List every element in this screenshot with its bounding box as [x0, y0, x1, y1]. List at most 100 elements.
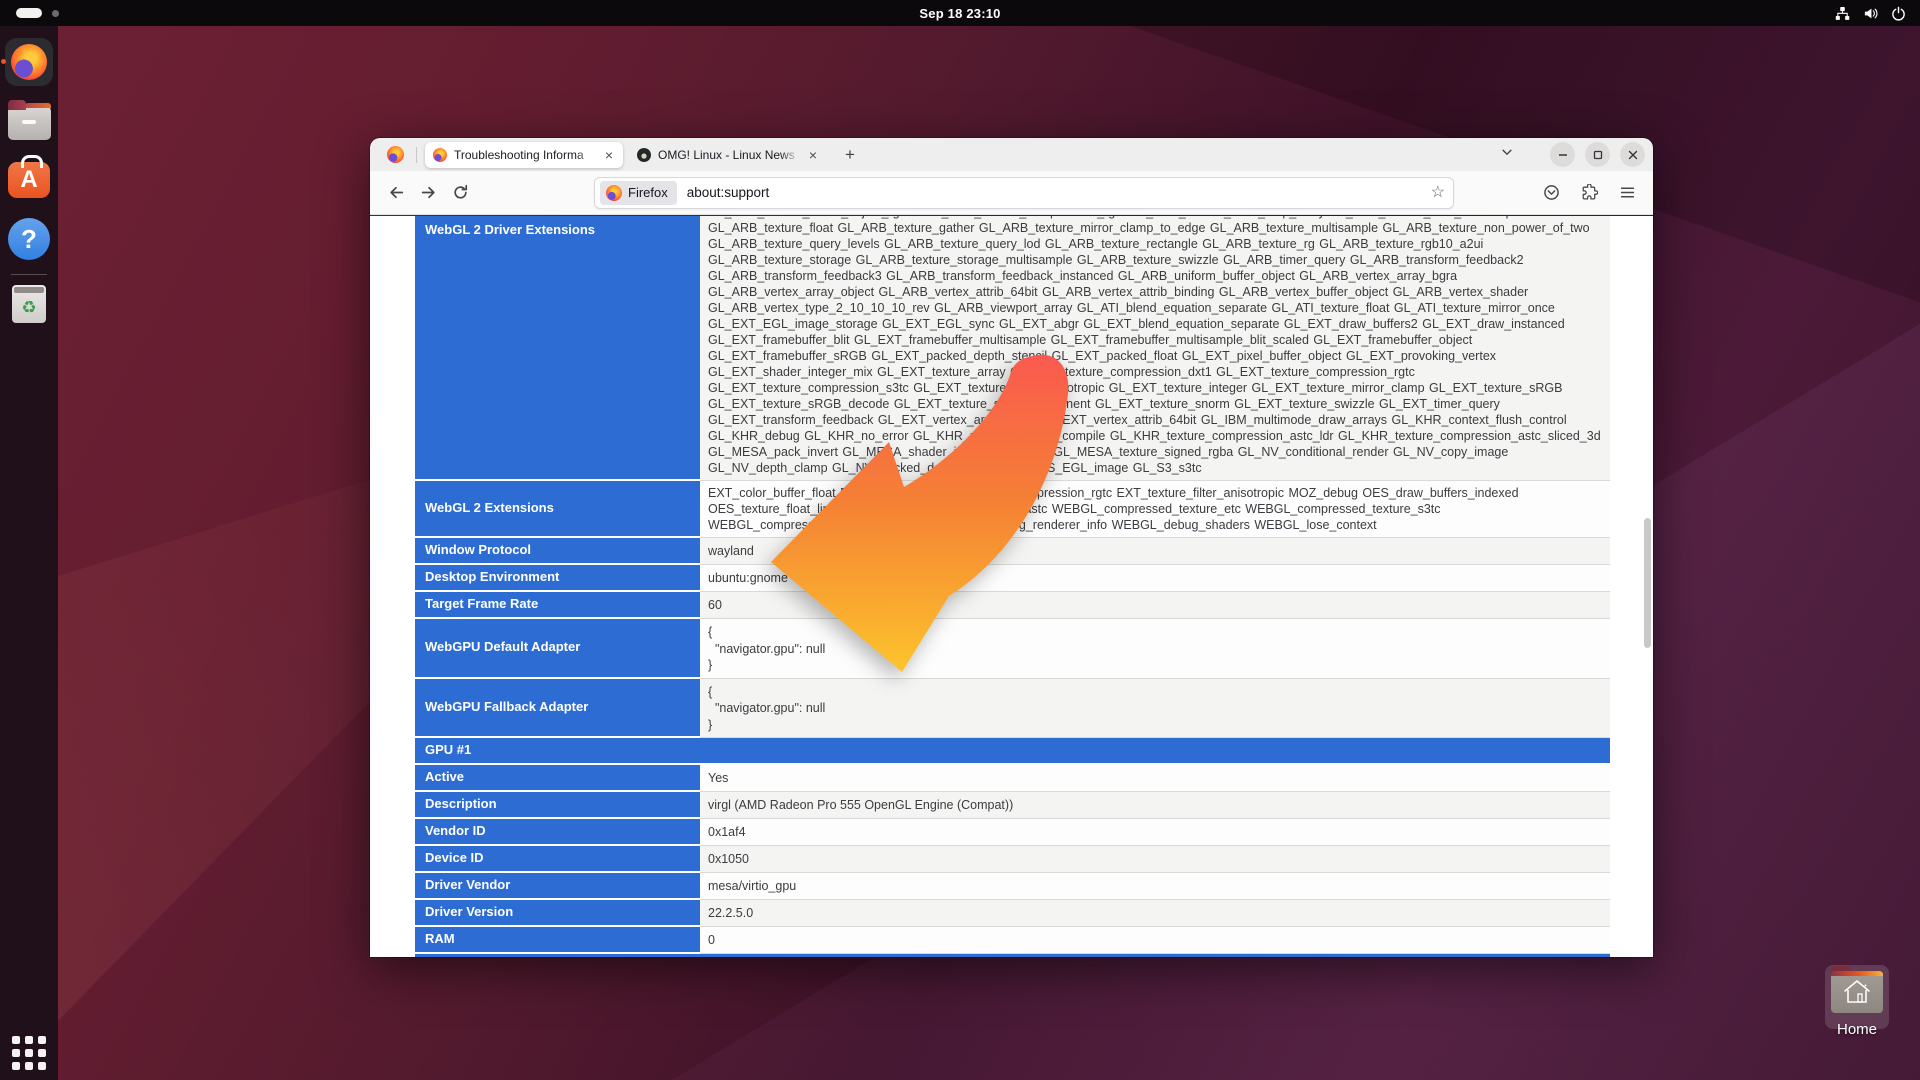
tab-close-icon[interactable]: × — [603, 148, 615, 162]
row-label: Description — [415, 792, 700, 819]
ubuntu-dock: A ? ♻ — [0, 26, 58, 1080]
section-label: Diagnostics — [415, 954, 1610, 957]
dock-item-trash[interactable]: ♻ — [0, 275, 58, 323]
tab-favicon-firefox — [433, 148, 447, 162]
section-label: GPU #1 — [415, 738, 1610, 765]
tab-troubleshooting[interactable]: Troubleshooting Informa × — [425, 142, 623, 168]
grid-dot — [25, 1036, 33, 1044]
toolbar-right-icons — [1535, 178, 1643, 208]
software-letter: A — [20, 166, 37, 194]
maximize-button[interactable] — [1585, 142, 1610, 167]
url-bar[interactable]: Firefox about:support ☆ — [594, 177, 1454, 209]
section-header-row: GPU #1 — [415, 738, 1610, 765]
reload-button[interactable] — [445, 178, 475, 208]
table-row: RAM 0 — [415, 927, 1610, 954]
new-tab-button[interactable]: + — [837, 143, 863, 167]
power-icon — [1891, 6, 1906, 21]
row-label: Driver Version — [415, 900, 700, 927]
home-folder-icon — [1831, 971, 1883, 1013]
back-button[interactable] — [381, 178, 411, 208]
question-glyph: ? — [21, 224, 37, 255]
tab-separator — [416, 147, 417, 163]
row-value: mesa/virtio_gpu — [700, 873, 1610, 900]
identity-firefox-icon — [606, 185, 622, 201]
page-scrollbar[interactable] — [1644, 218, 1651, 955]
dock-item-files[interactable] — [0, 86, 58, 140]
close-button[interactable] — [1620, 142, 1645, 167]
table-row: Driver Version 22.2.5.0 — [415, 900, 1610, 927]
tab-bar: Troubleshooting Informa × OMG! Linux - L… — [370, 138, 1653, 171]
files-icon — [8, 106, 51, 140]
desktop-home-folder[interactable]: Home — [1819, 971, 1895, 1038]
tab-omg-linux[interactable]: OMG! Linux - Linux News × — [629, 142, 827, 168]
navigation-toolbar: Firefox about:support ☆ — [370, 171, 1653, 215]
identity-label: Firefox — [628, 185, 668, 200]
extensions-puzzle-icon[interactable] — [1574, 178, 1604, 208]
dock-item-firefox[interactable] — [0, 26, 58, 86]
tab-title: OMG! Linux - Linux News — [658, 148, 800, 162]
pocket-icon[interactable] — [1536, 178, 1566, 208]
system-status-area[interactable] — [1680, 6, 1920, 21]
grid-dot — [38, 1049, 46, 1057]
row-value: virgl (AMD Radeon Pro 555 OpenGL Engine … — [700, 792, 1610, 819]
hamburger-menu-icon[interactable] — [1612, 178, 1642, 208]
row-label: Desktop Environment — [415, 565, 700, 592]
site-identity-chip[interactable]: Firefox — [600, 181, 677, 205]
row-label: Vendor ID — [415, 819, 700, 846]
grid-dot — [38, 1036, 46, 1044]
tab-close-icon[interactable]: × — [807, 148, 819, 162]
row-label: RAM — [415, 927, 700, 954]
row-value: 22.2.5.0 — [700, 900, 1610, 927]
row-label: WebGPU Fallback Adapter — [415, 679, 700, 739]
network-icon — [1835, 6, 1850, 21]
row-value: Yes — [700, 765, 1610, 792]
bookmark-star-icon[interactable]: ☆ — [1431, 185, 1445, 201]
row-value: 0x1af4 — [700, 819, 1610, 846]
row-label: Driver Vendor — [415, 873, 700, 900]
show-applications-button[interactable] — [0, 1036, 58, 1070]
table-row: Device ID 0x1050 — [415, 846, 1610, 873]
table-row: Driver Vendor mesa/virtio_gpu — [415, 873, 1610, 900]
grid-dot — [12, 1062, 20, 1070]
help-icon: ? — [8, 218, 50, 260]
dock-item-help[interactable]: ? — [0, 198, 58, 260]
table-row: Vendor ID 0x1af4 — [415, 819, 1610, 846]
dock-item-ubuntu-software[interactable]: A — [0, 140, 58, 198]
running-indicator-dot — [1, 59, 6, 64]
row-label: WebGL 2 Extensions — [415, 481, 700, 538]
table-row: Description virgl (AMD Radeon Pro 555 Op… — [415, 792, 1610, 819]
grid-dot — [12, 1049, 20, 1057]
grid-dot — [25, 1062, 33, 1070]
scrollbar-thumb[interactable] — [1644, 518, 1651, 648]
drawer-handle — [22, 120, 36, 124]
grid-dot — [25, 1049, 33, 1057]
workspace-inactive-dot[interactable] — [52, 10, 59, 17]
row-value: 0x1050 — [700, 846, 1610, 873]
app-grid-icon — [12, 1036, 46, 1070]
forward-button[interactable] — [413, 178, 443, 208]
firefox-view-button[interactable] — [380, 143, 410, 167]
url-input[interactable]: about:support — [687, 185, 1421, 200]
list-all-tabs-chevron-icon[interactable] — [1500, 145, 1514, 164]
ubuntu-software-icon: A — [8, 162, 50, 198]
firefox-tile[interactable] — [5, 38, 53, 86]
row-label: WebGL 2 Driver Extensions — [415, 216, 700, 481]
tab-favicon-omg — [637, 148, 651, 162]
row-label: WebGPU Default Adapter — [415, 619, 700, 679]
row-label: Target Frame Rate — [415, 592, 700, 619]
workspace-active-pill[interactable] — [16, 8, 42, 18]
arrow-overlay-graphic — [763, 350, 1085, 690]
section-header-row: Diagnostics — [415, 954, 1610, 957]
firefox-view-icon — [387, 146, 404, 163]
clock[interactable]: Sep 18 23:10 — [919, 6, 1000, 21]
tab-title: Troubleshooting Informa — [454, 148, 596, 162]
table-row: Active Yes — [415, 765, 1610, 792]
row-label: Active — [415, 765, 700, 792]
grid-dot — [38, 1062, 46, 1070]
minimize-button[interactable] — [1550, 142, 1575, 167]
trash-icon: ♻ — [12, 285, 46, 323]
house-glyph — [1841, 978, 1873, 1006]
row-value: 0 — [700, 927, 1610, 954]
workspace-indicator[interactable] — [0, 8, 240, 18]
gnome-top-bar: Sep 18 23:10 — [0, 0, 1920, 26]
